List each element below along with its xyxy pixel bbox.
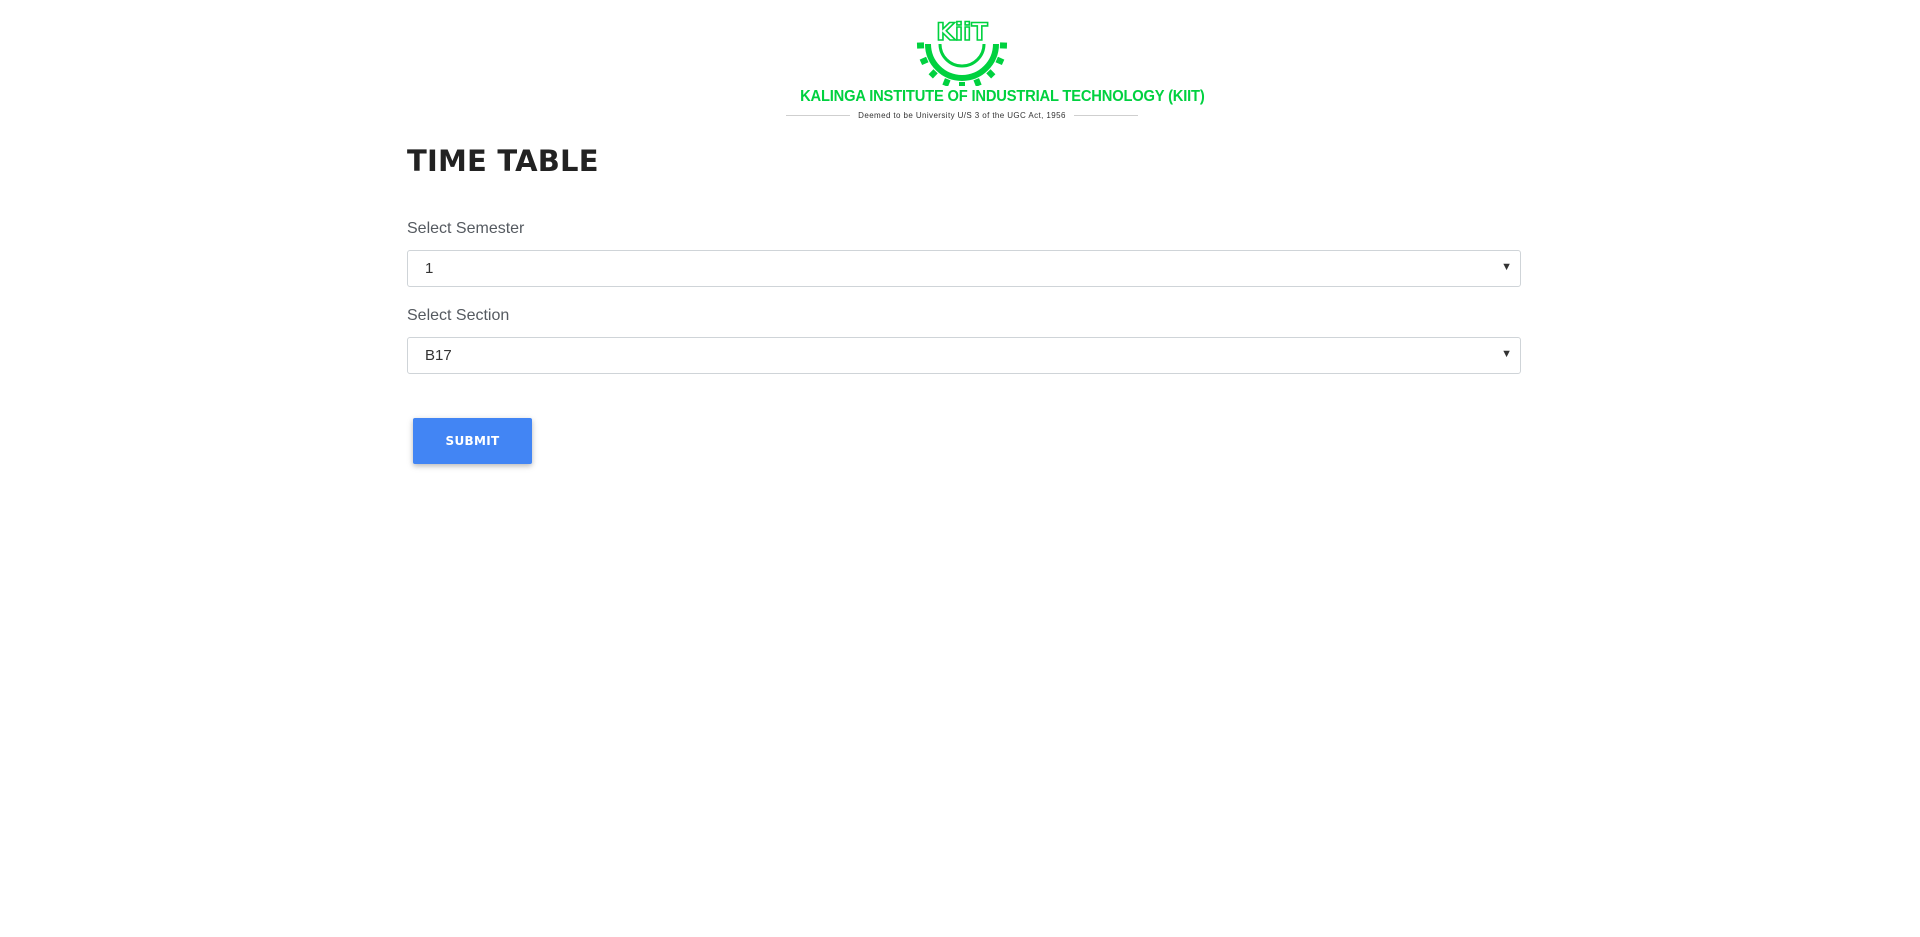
kiit-gear-emblem-icon: KiiT xyxy=(916,17,1008,86)
semester-label: Select Semester xyxy=(407,220,525,237)
semester-select[interactable]: 1 ▼ xyxy=(407,250,1521,287)
page-title: TIME TABLE xyxy=(407,144,599,178)
dropdown-caret-icon: ▼ xyxy=(1501,348,1512,360)
tagline-rule-right xyxy=(1073,115,1138,116)
semester-selected-value: 1 xyxy=(425,260,434,277)
dropdown-caret-icon: ▼ xyxy=(1501,261,1512,273)
submit-button[interactable]: SUBMIT xyxy=(413,418,532,464)
section-select[interactable]: B17 ▼ xyxy=(407,337,1521,374)
tagline-rule-left xyxy=(786,115,851,116)
section-label: Select Section xyxy=(407,307,510,324)
institute-name: KALINGA INSTITUTE OF INDUSTRIAL TECHNOLO… xyxy=(800,88,1205,105)
institute-tagline-row: Deemed to be University U/S 3 of the UGC… xyxy=(786,111,1138,120)
kiit-logo: KiiT KALINGA INSTITUTE OF INDUSTRIAL TEC… xyxy=(786,14,1205,124)
page: KiiT KALINGA INSTITUTE OF INDUSTRIAL TEC… xyxy=(0,0,1920,937)
institute-tagline: Deemed to be University U/S 3 of the UGC… xyxy=(858,111,1066,120)
kiit-mark-text: KiiT xyxy=(936,18,988,46)
section-selected-value: B17 xyxy=(425,347,452,364)
